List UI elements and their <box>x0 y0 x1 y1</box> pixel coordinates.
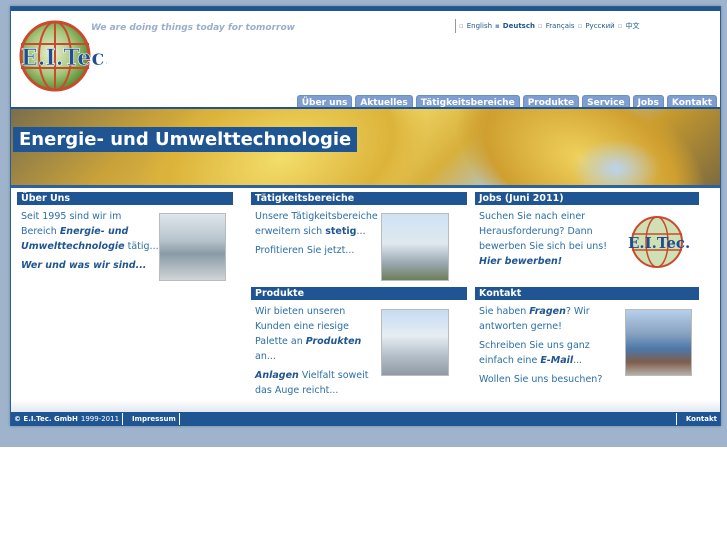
stetig-link[interactable]: stetig <box>325 226 356 237</box>
box-kontakt: Kontakt Sie haben Fragen? Wir antworten … <box>475 287 699 391</box>
footer-separator <box>122 413 129 425</box>
footer: © E.I.Tec. GmbH 1999-2011 Impressum Kont… <box>11 412 720 426</box>
box-title: Jobs (Juni 2011) <box>475 192 699 205</box>
box-produkte: Produkte Wir bieten unseren Kunden eine … <box>251 287 467 402</box>
product-photo[interactable] <box>381 309 449 376</box>
hero-title: Energie- und Umwelttechnologie <box>13 127 358 152</box>
language-switcher: ▫ English ▪ Deutsch ▫ Français ▫ Русский ▫ 中文 <box>455 19 639 33</box>
box-jobs: Jobs (Juni 2011) Suchen Sie nach einer H… <box>475 192 699 273</box>
bullet-icon: ▪ <box>495 22 500 30</box>
email-link[interactable]: E-Mail <box>540 355 573 366</box>
text: Sie haben <box>479 306 530 317</box>
anlagen-link[interactable]: Anlagen <box>255 370 299 381</box>
text[interactable]: ... <box>356 226 365 237</box>
hero-divider <box>11 185 720 188</box>
box-text: Suchen Sie nach einer Herausforderung? D… <box>479 211 608 252</box>
box-ueber-uns: Über Uns Seit 1995 sind wir im Bereich E… <box>17 192 233 281</box>
sky-patch <box>571 139 661 185</box>
hier-bewerben-link[interactable]: Hier bewerben! <box>479 256 562 267</box>
wer-wir-sind-link[interactable]: Wer und was wir sind... <box>21 260 146 271</box>
box-text: Seit 1995 sind wir im Bereich Energie- u… <box>21 209 159 254</box>
box-title: Produkte <box>251 287 467 300</box>
lang-deutsch[interactable]: Deutsch <box>503 22 535 30</box>
box-body: Sie haben Fragen? Wir antworten gerne! S… <box>475 300 603 387</box>
footer-years: 1999-2011 <box>80 415 120 423</box>
footer-impressum-link[interactable]: Impressum <box>129 415 179 423</box>
text: ... <box>573 355 583 366</box>
facility-photo[interactable] <box>159 213 226 281</box>
bullet-icon: ▫ <box>459 22 464 30</box>
bullet-icon: ▫ <box>577 22 583 30</box>
box-text: Schreiben Sie uns ganz einfach eine E-Ma… <box>479 338 603 368</box>
text[interactable]: an... <box>255 351 276 362</box>
tagline: We are doing things today for tomorrow <box>91 23 295 33</box>
lang-chinese[interactable]: 中文 <box>625 21 639 31</box>
lang-english[interactable]: English <box>467 22 492 30</box>
hero-banner: Energie- und Umwelttechnologie <box>11 109 720 185</box>
box-body: Wir bieten unseren Kunden eine riesige P… <box>251 300 373 398</box>
footer-kontakt-link[interactable]: Kontakt <box>683 415 720 423</box>
building-photo[interactable] <box>625 309 692 376</box>
text[interactable]: tätig... <box>125 241 159 252</box>
logo-small: E.I.Tec. <box>628 216 689 268</box>
logo-text: E.I.Tec. <box>628 234 689 252</box>
header: E.I.Tec. We are doing things today for t… <box>11 11 720 110</box>
bullet-icon: ▫ <box>537 22 543 30</box>
lang-francais[interactable]: Français <box>546 22 575 30</box>
box-text[interactable]: Profitieren Sie jetzt... <box>255 243 381 258</box>
footer-company: © E.I.Tec. GmbH <box>14 415 78 423</box>
box-title: Kontakt <box>475 287 699 300</box>
box-taetigkeitsbereiche: Tätigkeitsbereiche Unsere Tätigkeitsbere… <box>251 192 467 281</box>
logo-text: E.I.Tec. <box>21 45 107 71</box>
box-text: Sie haben Fragen? Wir antworten gerne! <box>479 304 603 334</box>
produkten-link[interactable]: Produkten <box>306 336 362 347</box>
lang-russian[interactable]: Русский <box>585 22 614 30</box>
footer-separator <box>178 413 186 425</box>
box-link-para: Hier bewerben! <box>479 254 615 269</box>
box-text: Unsere Tätigkeitsbereiche erweitern sich… <box>255 209 381 239</box>
box-text: Wir bieten unseren Kunden eine riesige P… <box>255 304 373 364</box>
plant-photo[interactable] <box>381 213 449 281</box>
box-body: Unsere Tätigkeitsbereiche erweitern sich… <box>251 205 381 258</box>
footer-separator <box>675 413 683 425</box>
box-body: Seit 1995 sind wir im Bereich Energie- u… <box>17 205 159 273</box>
besuchen-link[interactable]: Wollen Sie uns besuchen? <box>479 372 603 387</box>
box-link-para: Wer und was wir sind... <box>21 258 159 273</box>
site-frame: E.I.Tec. We are doing things today for t… <box>10 6 721 426</box>
box-body: Suchen Sie nach einer Herausforderung? D… <box>475 205 615 269</box>
bullet-icon: ▫ <box>617 22 623 30</box>
box-title: Tätigkeitsbereiche <box>251 192 467 205</box>
box-text: Anlagen Vielfalt soweit das Auge reicht.… <box>255 368 373 398</box>
fragen-link[interactable]: Fragen <box>529 306 566 317</box>
footer-fade <box>11 400 720 412</box>
box-title: Über Uns <box>17 192 233 205</box>
